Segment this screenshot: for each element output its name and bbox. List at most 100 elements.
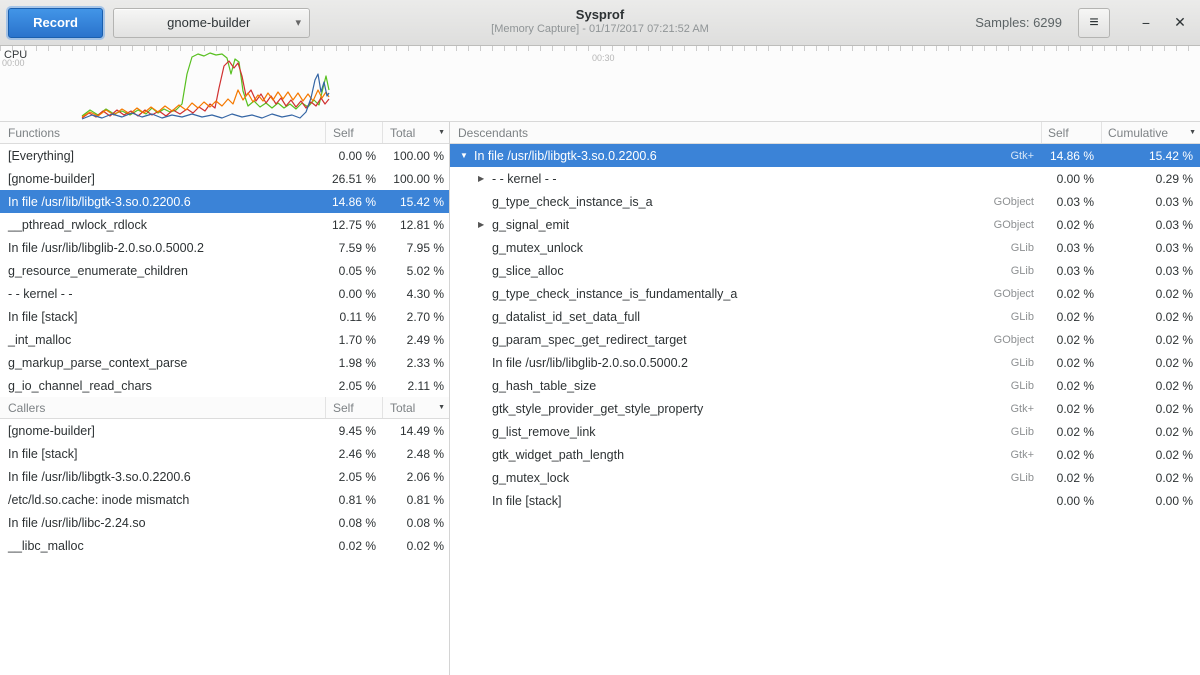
total-value: 2.49 % [383,333,449,347]
close-button[interactable]: ✕ [1166,9,1194,37]
table-row[interactable]: _int_malloc1.70 %2.49 % [0,328,449,351]
column-header-total[interactable]: Total ▼ [383,397,449,418]
table-row[interactable]: ▼In file /usr/lib/libgtk-3.so.0.2200.6Gt… [450,144,1200,167]
column-header-descendants[interactable]: Descendants [450,122,1042,143]
column-header-callers[interactable]: Callers [0,397,326,418]
table-row[interactable]: __libc_malloc0.02 %0.02 % [0,534,449,557]
self-value: 0.02 % [326,539,383,553]
record-button[interactable]: Record [8,8,103,38]
table-row[interactable]: gtk_style_provider_get_style_propertyGtk… [450,397,1200,420]
table-row[interactable]: /etc/ld.so.cache: inode mismatch0.81 %0.… [0,488,449,511]
table-row[interactable]: In file [stack]0.00 %0.00 % [450,489,1200,512]
column-header-self[interactable]: Self [326,397,383,418]
total-value: 2.11 % [383,379,449,393]
table-row[interactable]: g_resource_enumerate_children0.05 %5.02 … [0,259,449,282]
process-selector-dropdown[interactable]: gnome-builder ▾ [113,8,310,38]
function-name: - - kernel - - [0,287,326,301]
function-name: In file [stack] [0,447,326,461]
table-row[interactable]: __pthread_rwlock_rdlock12.75 %12.81 % [0,213,449,236]
table-row[interactable]: ▶- - kernel - -0.00 %0.29 % [450,167,1200,190]
table-row[interactable]: [gnome-builder]9.45 %14.49 % [0,419,449,442]
total-value: 100.00 % [383,172,449,186]
function-name: g_type_check_instance_is_fundamentally_a [492,287,994,301]
table-row[interactable]: g_type_check_instance_is_aGObject0.03 %0… [450,190,1200,213]
table-row[interactable]: g_type_check_instance_is_fundamentally_a… [450,282,1200,305]
headerbar: Record gnome-builder ▾ Sysprof [Memory C… [0,0,1200,46]
expander-open-icon[interactable]: ▼ [458,151,474,160]
self-value: 2.05 % [326,379,383,393]
self-value: 1.98 % [326,356,383,370]
total-value: 15.42 % [383,195,449,209]
self-value: 0.03 % [1042,241,1102,255]
self-value: 0.02 % [1042,356,1102,370]
library-badge: GLib [1011,472,1042,484]
samples-count: Samples: 6299 [975,15,1062,30]
table-row[interactable]: [Everything]0.00 %100.00 % [0,144,449,167]
function-name: g_io_channel_read_chars [0,379,326,393]
table-row[interactable]: g_io_channel_read_chars2.05 %2.11 % [0,374,449,397]
self-value: 26.51 % [326,172,383,186]
table-row[interactable]: g_hash_table_sizeGLib0.02 %0.02 % [450,374,1200,397]
table-row[interactable]: In file /usr/lib/libglib-2.0.so.0.5000.2… [0,236,449,259]
functions-rows: [Everything]0.00 %100.00 %[gnome-builder… [0,144,449,397]
function-name: In file [stack] [492,494,1034,508]
table-row[interactable]: g_markup_parse_context_parse1.98 %2.33 % [0,351,449,374]
time-label-mid: 00:30 [592,53,615,63]
self-value: 9.45 % [326,424,383,438]
expander-closed-icon[interactable]: ▶ [476,174,492,183]
total-value: 12.81 % [383,218,449,232]
cumulative-value: 0.02 % [1102,402,1200,416]
table-row[interactable]: g_mutex_unlockGLib0.03 %0.03 % [450,236,1200,259]
library-badge: GLib [1011,357,1042,369]
function-name: g_slice_alloc [492,264,1011,278]
expander-closed-icon[interactable]: ▶ [476,220,492,229]
table-row[interactable]: In file /usr/lib/libc-2.24.so0.08 %0.08 … [0,511,449,534]
function-name: g_list_remove_link [492,425,1011,439]
total-value: 5.02 % [383,264,449,278]
total-value: 2.48 % [383,447,449,461]
function-name: - - kernel - - [492,172,1034,186]
column-header-total[interactable]: Total ▼ [383,122,449,143]
table-row[interactable]: gtk_widget_path_lengthGtk+0.02 %0.02 % [450,443,1200,466]
table-row[interactable]: g_datalist_id_set_data_fullGLib0.02 %0.0… [450,305,1200,328]
function-name: In file /usr/lib/libglib-2.0.so.0.5000.2 [0,241,326,255]
function-name: [gnome-builder] [0,172,326,186]
table-row[interactable]: In file [stack]2.46 %2.48 % [0,442,449,465]
self-value: 0.81 % [326,493,383,507]
table-row[interactable]: In file [stack]0.11 %2.70 % [0,305,449,328]
sort-indicator-icon: ▼ [438,129,445,136]
table-row[interactable]: In file /usr/lib/libgtk-3.so.0.2200.62.0… [0,465,449,488]
self-value: 1.70 % [326,333,383,347]
function-name: In file /usr/lib/libgtk-3.so.0.2200.6 [0,195,326,209]
column-header-cumulative[interactable]: Cumulative ▼ [1102,122,1200,143]
table-row[interactable]: ▶g_signal_emitGObject0.02 %0.03 % [450,213,1200,236]
table-row[interactable]: g_list_remove_linkGLib0.02 %0.02 % [450,420,1200,443]
self-value: 0.11 % [326,310,383,324]
cpu-timeline-graph[interactable]: CPU 00:00 00:30 [0,46,1200,122]
menu-button[interactable]: ≡ [1078,8,1110,38]
total-value: 7.95 % [383,241,449,255]
table-row[interactable]: In file /usr/lib/libglib-2.0.so.0.5000.2… [450,351,1200,374]
self-value: 0.02 % [1042,379,1102,393]
self-value: 0.02 % [1042,448,1102,462]
self-value: 0.00 % [1042,494,1102,508]
self-value: 0.02 % [1042,333,1102,347]
callers-table: Callers Self Total ▼ [gnome-builder]9.45… [0,397,449,557]
table-row[interactable]: g_slice_allocGLib0.03 %0.03 % [450,259,1200,282]
table-row[interactable]: g_mutex_lockGLib0.02 %0.02 % [450,466,1200,489]
table-row[interactable]: g_param_spec_get_redirect_targetGObject0… [450,328,1200,351]
function-name: g_signal_emit [492,218,994,232]
column-header-functions[interactable]: Functions [0,122,326,143]
table-row[interactable]: [gnome-builder]26.51 %100.00 % [0,167,449,190]
column-header-self[interactable]: Self [326,122,383,143]
column-header-self[interactable]: Self [1042,122,1102,143]
time-label-start: 00:00 [2,58,25,68]
self-value: 14.86 % [1042,149,1102,163]
table-row[interactable]: In file /usr/lib/libgtk-3.so.0.2200.614.… [0,190,449,213]
descendants-table-header: Descendants Self Cumulative ▼ [450,122,1200,144]
library-badge: GLib [1011,311,1042,323]
minimize-button[interactable]: − [1132,9,1160,37]
descendants-rows: ▼In file /usr/lib/libgtk-3.so.0.2200.6Gt… [450,144,1200,512]
table-row[interactable]: - - kernel - -0.00 %4.30 % [0,282,449,305]
cumulative-value: 0.03 % [1102,264,1200,278]
